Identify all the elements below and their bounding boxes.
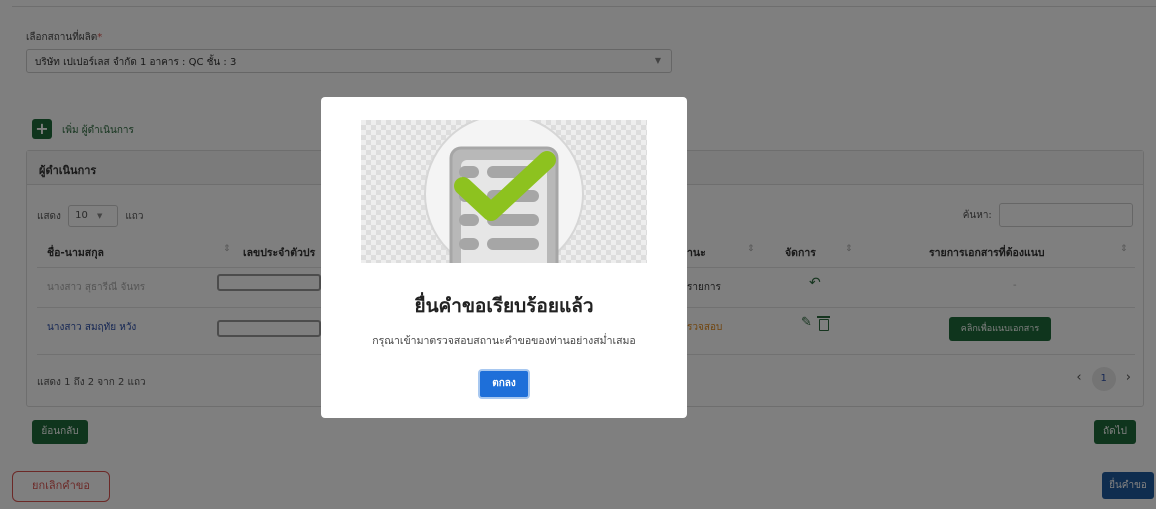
success-modal: ยื่นคำขอเรียบร้อยแล้ว กรุณาเข้ามาตรวจสอบ… [321,97,687,418]
modal-title: ยื่นคำขอเรียบร้อยแล้ว [414,295,594,317]
checklist-check-icon [424,120,584,263]
success-illustration [361,120,647,263]
modal-message: กรุณาเข้ามาตรวจสอบสถานะคำขอของท่านอย่างส… [372,335,636,347]
ok-button[interactable]: ตกลง [478,369,530,399]
